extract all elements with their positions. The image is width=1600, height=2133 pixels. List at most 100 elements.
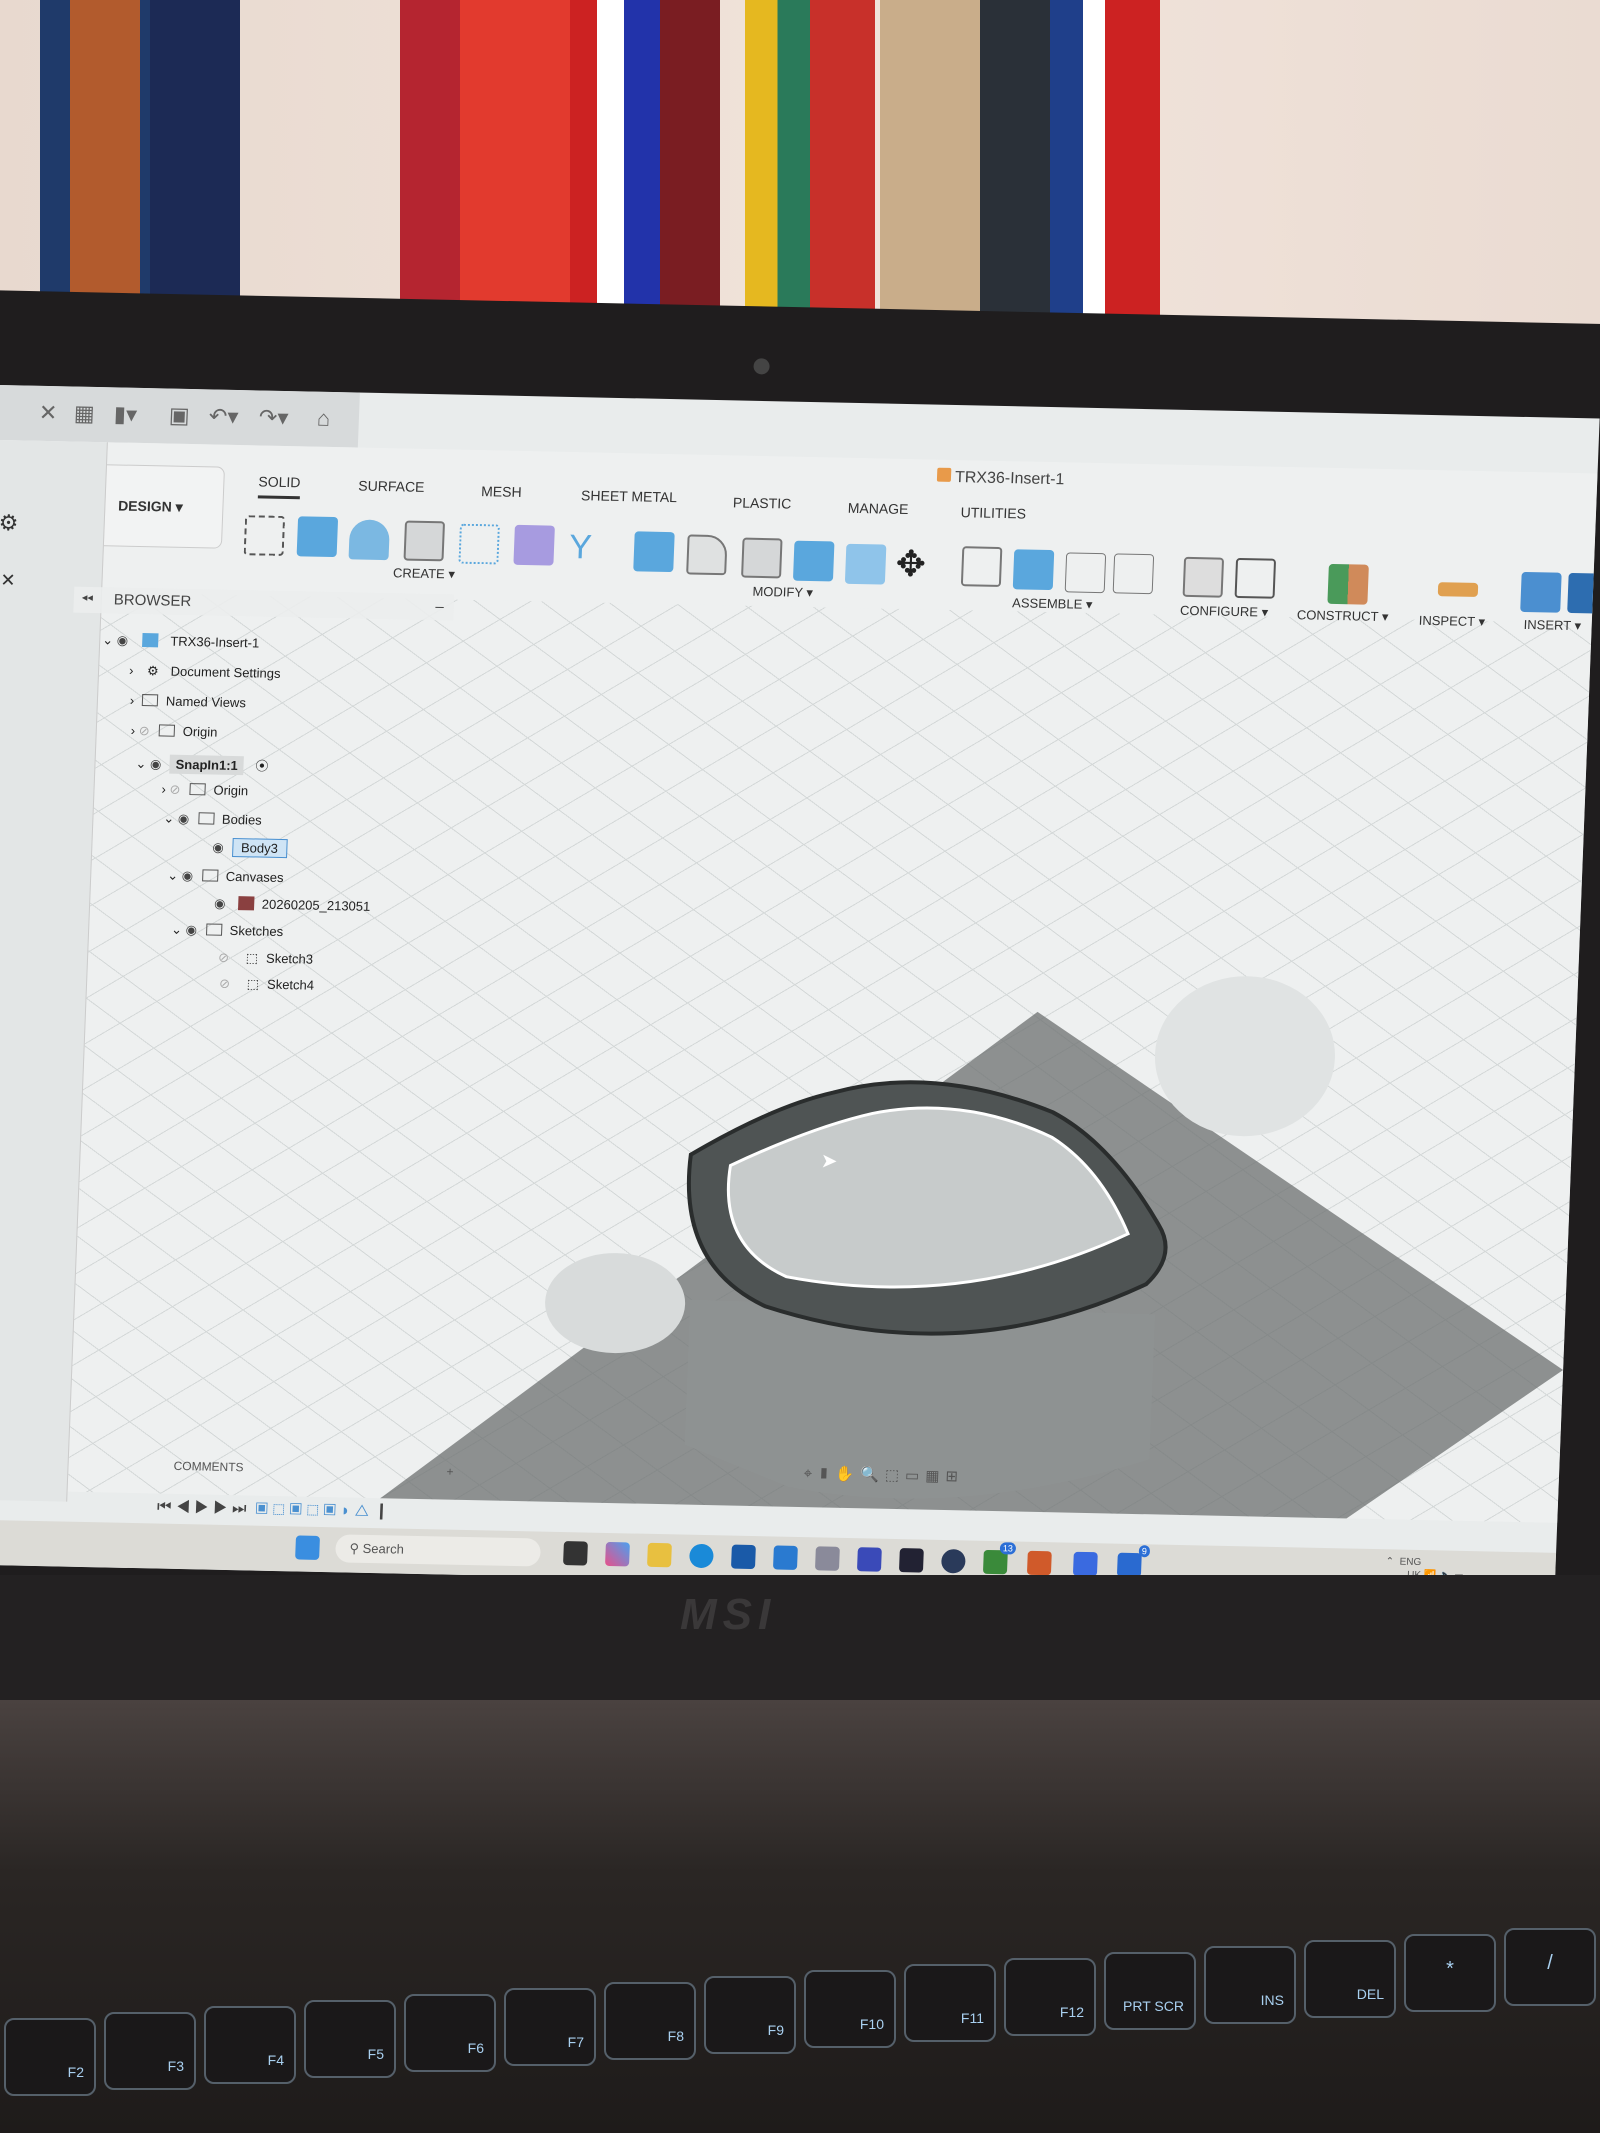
fillet-icon[interactable] — [686, 534, 728, 576]
assemble-menu[interactable]: ASSEMBLE ▾ — [1012, 595, 1093, 613]
look-at-icon[interactable]: ▮ — [818, 1465, 836, 1482]
visibility-eye-icon[interactable]: ◉ — [116, 633, 133, 649]
tree-body3[interactable]: ◉ Body3 — [212, 837, 288, 859]
taskbar-search[interactable]: ⚲ Search — [334, 1534, 542, 1567]
fit-icon[interactable]: ⬚ — [885, 1467, 906, 1484]
timeline-forward-icon[interactable]: ▶ — [213, 1500, 228, 1517]
minimize-browser-icon[interactable]: – — [435, 598, 444, 615]
vscode-icon[interactable] — [772, 1545, 798, 1570]
viewports-icon[interactable]: ⊞ — [945, 1468, 964, 1485]
create-sketch-icon[interactable] — [243, 515, 286, 556]
body-selected[interactable]: Body3 — [231, 837, 288, 859]
zoom-icon[interactable]: 🔍 — [860, 1466, 885, 1484]
tab-sheet-metal[interactable]: SHEET METAL — [581, 487, 678, 505]
tree-sketch3[interactable]: ⊘ ⬚ Sketch3 — [218, 950, 313, 968]
visibility-eye-icon[interactable]: ◉ — [181, 868, 198, 884]
tray-chevron-icon[interactable]: ⌃ — [1385, 1556, 1394, 1567]
modify-menu[interactable]: MODIFY ▾ — [752, 584, 813, 601]
fusion-icon[interactable] — [1026, 1550, 1052, 1576]
visibility-eye-icon[interactable]: ◉ — [214, 896, 231, 912]
tab-utilities[interactable]: UTILITIES — [960, 504, 1026, 521]
orbit-icon[interactable]: ⌖ — [803, 1465, 818, 1482]
create-menu[interactable]: CREATE ▾ — [393, 565, 455, 582]
tree-root[interactable]: ⌄ ◉ TRX36-Insert-1 — [102, 632, 260, 651]
tree-snapin-component[interactable]: ⌄ ◉ SnapIn1:1 ⦿ — [135, 753, 269, 776]
activate-radio-icon[interactable]: ⦿ — [255, 758, 269, 773]
inspect-menu[interactable]: INSPECT ▾ — [1418, 613, 1486, 630]
store-icon[interactable] — [730, 1544, 756, 1570]
collapse-browser-icon[interactable]: ◂◂ — [82, 591, 94, 604]
tree-canvases[interactable]: ⌄ ◉ Canvases — [167, 868, 284, 886]
tab-manage[interactable]: MANAGE — [847, 500, 908, 517]
visibility-eye-icon[interactable]: ◉ — [185, 922, 202, 938]
hidden-eye-icon[interactable]: ⊘ — [169, 782, 186, 798]
tree-bodies[interactable]: ⌄ ◉ Bodies — [163, 811, 262, 829]
pattern-icon[interactable] — [458, 523, 500, 565]
undo-icon[interactable]: ↶▾ — [208, 403, 238, 430]
tab-solid[interactable]: SOLID — [257, 473, 301, 500]
tools-icon[interactable] — [814, 1546, 840, 1571]
key-f12[interactable]: F12 — [1004, 1958, 1096, 2036]
tab-mesh[interactable]: MESH — [481, 483, 522, 500]
construct-plane-icon[interactable] — [1327, 563, 1369, 605]
hidden-eye-icon[interactable]: ⊘ — [138, 723, 155, 739]
hidden-eye-icon[interactable]: ⊘ — [219, 976, 236, 992]
measure-icon[interactable] — [1437, 582, 1479, 597]
combine-icon[interactable] — [792, 540, 835, 582]
tree-named-views[interactable]: › Named Views — [130, 693, 246, 710]
split-body-icon[interactable] — [844, 543, 887, 585]
tree-sketches[interactable]: ⌄ ◉ Sketches — [171, 922, 284, 940]
construct-menu[interactable]: CONSTRUCT ▾ — [1297, 607, 1389, 625]
configure-icon[interactable] — [1182, 556, 1225, 598]
timeline-features-icon[interactable]: ▣ ⬚ ▣ ⬚ ▣ ◗ △ — [255, 1501, 369, 1520]
settings-gear-icon[interactable]: ⚙ — [0, 510, 19, 536]
timeline-marker-icon[interactable]: ┃ — [373, 1503, 390, 1520]
task-view-icon[interactable] — [563, 1541, 588, 1566]
visibility-eye-icon[interactable]: ◉ — [150, 756, 167, 772]
tree-document-settings[interactable]: › ⚙ Document Settings — [129, 663, 281, 682]
insert-menu[interactable]: INSERT ▾ — [1523, 617, 1581, 634]
teams-icon[interactable]: 9 — [1116, 1545, 1151, 1578]
move-icon[interactable]: ✥ — [895, 543, 937, 585]
redo-icon[interactable]: ↷▾ — [258, 404, 288, 431]
close-icon[interactable]: ✕ — [38, 400, 57, 426]
file-menu-icon[interactable]: ▮▾ — [113, 401, 137, 427]
file-explorer-icon[interactable] — [647, 1542, 672, 1568]
key-f10[interactable]: F10 — [804, 1970, 896, 2048]
key-f6[interactable]: F6 — [404, 1994, 496, 2072]
as-built-joint-icon[interactable] — [1064, 552, 1107, 594]
press-pull-icon[interactable] — [633, 531, 675, 573]
terminal-icon[interactable] — [898, 1548, 924, 1573]
key-del[interactable]: DEL — [1304, 1940, 1396, 2018]
new-component-icon[interactable] — [513, 524, 555, 566]
tab-surface[interactable]: SURFACE — [358, 478, 425, 495]
app-icon[interactable] — [856, 1547, 882, 1572]
timeline-last-icon[interactable]: ⏭ — [232, 1500, 247, 1517]
key-f9[interactable]: F9 — [704, 1976, 796, 2054]
timeline-back-icon[interactable]: ◀ — [176, 1499, 191, 1516]
visibility-eye-icon[interactable]: ◉ — [212, 840, 229, 856]
hidden-eye-icon[interactable]: ⊘ — [218, 950, 235, 966]
tree-origin[interactable]: › ⊘ Origin — [130, 723, 218, 741]
key-f4[interactable]: F4 — [204, 2006, 296, 2084]
steam-icon[interactable] — [940, 1548, 966, 1574]
timeline-play-icon[interactable]: ▶ — [194, 1499, 209, 1516]
edge-icon[interactable] — [688, 1543, 714, 1569]
key-ins[interactable]: INS — [1204, 1946, 1296, 2024]
display-settings-icon[interactable]: ▭ — [905, 1467, 926, 1484]
key-f11[interactable]: F11 — [904, 1964, 996, 2042]
form-icon[interactable]: Y — [568, 528, 610, 569]
insert-mcmaster-icon[interactable] — [1520, 571, 1562, 613]
grid-icon[interactable]: ▦ — [925, 1468, 946, 1485]
key-f7[interactable]: F7 — [504, 1988, 596, 2066]
key--[interactable]: / — [1504, 1928, 1596, 2006]
extrude-icon[interactable] — [296, 516, 339, 558]
save-icon[interactable]: ▣ — [168, 403, 190, 429]
key-f5[interactable]: F5 — [304, 2000, 396, 2078]
configure-menu[interactable]: CONFIGURE ▾ — [1180, 603, 1269, 621]
tree-sketch4[interactable]: ⊘ ⬚ Sketch4 — [219, 976, 314, 994]
xbox-icon[interactable]: 13 — [982, 1542, 1017, 1575]
key--[interactable]: * — [1404, 1934, 1496, 2012]
app-grid-icon[interactable]: ▦ — [73, 401, 95, 427]
revolve-icon[interactable] — [348, 519, 391, 561]
